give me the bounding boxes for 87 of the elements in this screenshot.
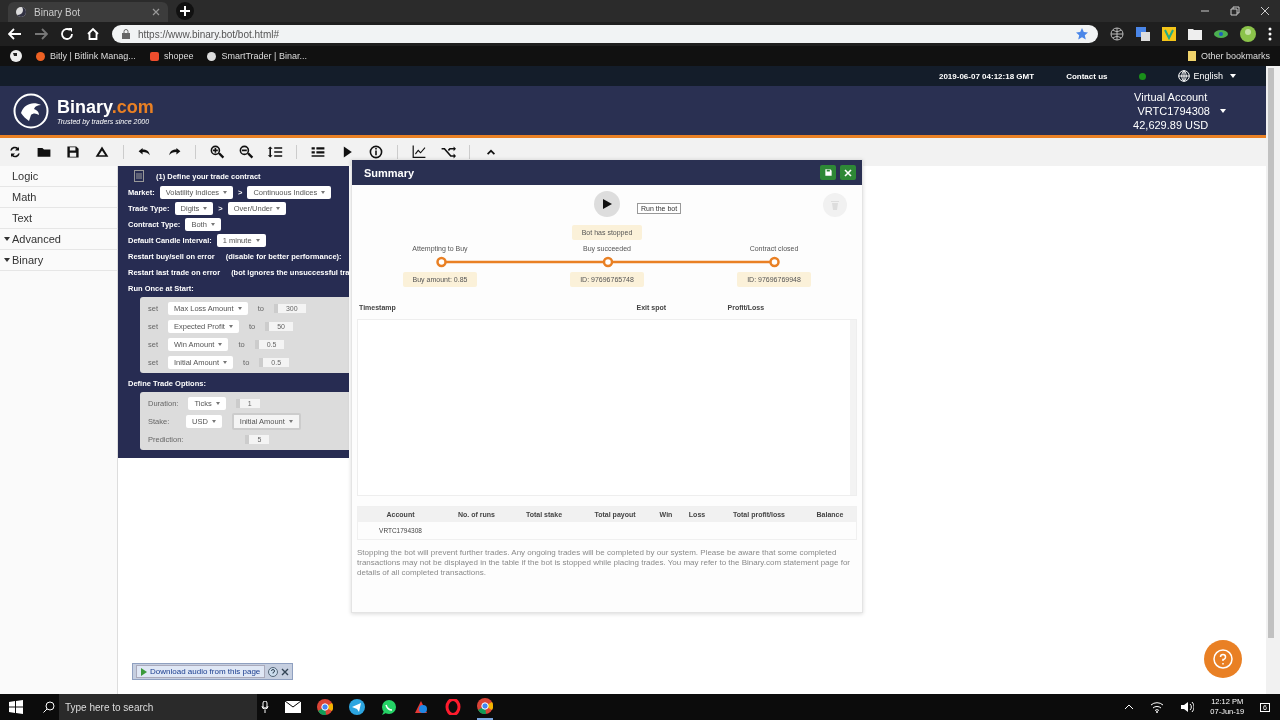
- forward-icon[interactable]: [34, 27, 48, 41]
- close-icon[interactable]: [152, 8, 160, 16]
- microphone-icon: [261, 701, 269, 713]
- bookmark[interactable]: shopee: [149, 51, 194, 61]
- bull-logo-icon: [13, 92, 49, 129]
- wifi-icon[interactable]: [1150, 701, 1165, 713]
- caret-icon: [1230, 74, 1236, 78]
- list-icon[interactable]: [310, 144, 326, 160]
- caret-icon: [223, 360, 228, 364]
- profile-avatar-icon[interactable]: [1240, 26, 1256, 42]
- run-button[interactable]: [594, 191, 620, 217]
- chat-bubble-icon[interactable]: [381, 699, 397, 715]
- save-icon[interactable]: [65, 144, 81, 160]
- help-button[interactable]: [1204, 640, 1242, 678]
- toolbox-category[interactable]: Logic: [0, 166, 117, 187]
- browser-icon[interactable]: [317, 699, 333, 715]
- browser-tab[interactable]: Binary Bot: [8, 2, 168, 22]
- new-tab-icon[interactable]: [176, 2, 194, 20]
- toolbox-category[interactable]: Text: [0, 208, 117, 229]
- toolbox-category[interactable]: Math: [0, 187, 117, 208]
- caret-icon: [223, 190, 228, 194]
- moon-logo-icon: [16, 7, 26, 17]
- zoom-in-icon[interactable]: [209, 144, 225, 160]
- caret-icon: [237, 306, 242, 310]
- caret-icon: [211, 419, 216, 423]
- bookmark[interactable]: SmartTrader | Binar...: [207, 51, 307, 61]
- document-icon: [134, 170, 144, 182]
- line-chart-icon[interactable]: [411, 144, 427, 160]
- save-button[interactable]: [820, 165, 836, 180]
- download-audio-button[interactable]: Download audio from this page: [136, 665, 266, 678]
- close-icon[interactable]: [281, 667, 290, 676]
- close-icon: [844, 168, 852, 177]
- lock-icon: [122, 29, 130, 39]
- speaker-icon[interactable]: [1180, 701, 1195, 713]
- logo-wordmark: Binary.com: [57, 96, 154, 118]
- tab-title: Binary Bot: [34, 6, 82, 18]
- language-selector[interactable]: English: [1178, 70, 1236, 82]
- caret-icon: [321, 190, 326, 194]
- other-bookmarks[interactable]: Other bookmarks: [1187, 51, 1270, 61]
- caret-icon: [210, 222, 215, 226]
- triangle-icon[interactable]: [94, 144, 110, 160]
- address-bar[interactable]: https://www.binary.bot/bot.html#: [112, 25, 1098, 43]
- caret-icon: [255, 238, 260, 242]
- reload-icon[interactable]: [60, 27, 74, 41]
- account-selector[interactable]: VRTC1794308: [1137, 103, 1226, 118]
- close-button[interactable]: [840, 165, 856, 180]
- shuffle-icon[interactable]: [440, 144, 456, 160]
- contact-link[interactable]: Contact us: [1066, 71, 1108, 81]
- trade-block[interactable]: [118, 166, 349, 458]
- eye-extension-icon[interactable]: [1214, 28, 1228, 40]
- account-type: Virtual Account: [1134, 89, 1208, 104]
- window-title: Summary: [364, 166, 415, 179]
- question-icon: [1213, 649, 1233, 669]
- ring-browser-icon[interactable]: [445, 699, 461, 715]
- home-icon[interactable]: [86, 27, 100, 41]
- caret-icon: [215, 401, 220, 405]
- save-icon: [823, 168, 833, 177]
- account-balance: 42,629.89 USD: [1133, 117, 1209, 132]
- toolbox-category[interactable]: Binary: [0, 250, 117, 271]
- caret-icon: [228, 324, 233, 328]
- mail-icon[interactable]: [285, 701, 301, 713]
- caret-icon: [276, 206, 281, 210]
- search-field[interactable]: Type here to search: [59, 694, 257, 720]
- search-icon: [43, 701, 55, 713]
- caret-icon: [203, 206, 208, 210]
- folder-extension-icon[interactable]: [1188, 28, 1202, 40]
- notice-text: Stopping the bot will prevent further trades. Any ongoing trades will be completed by our system. Please be aware that some completed transactions may not be displayed in the table if the bot is stopped while placing trades. You may refer to the Binary.com statement page for details of all completed transactions.: [357, 548, 852, 578]
- caret-icon: [1220, 108, 1226, 113]
- play-icon: [602, 199, 612, 209]
- server-time: 2019-06-07 04:12:18 GMT: [938, 71, 1035, 81]
- windows-logo-icon[interactable]: [9, 700, 23, 714]
- lines-icon[interactable]: [267, 144, 283, 160]
- caret-icon: [218, 342, 223, 346]
- menu-icon[interactable]: [1268, 27, 1272, 41]
- caret-icon: [288, 419, 293, 423]
- toolbox-category[interactable]: Advanced: [0, 229, 117, 250]
- colorful-app-icon[interactable]: [413, 699, 429, 715]
- bookmark[interactable]: Bitly | Bitlink Manag...: [36, 51, 136, 61]
- zoom-out-icon[interactable]: [238, 144, 254, 160]
- chevron-up-icon[interactable]: [1124, 704, 1135, 710]
- translate-extension-icon[interactable]: [1136, 27, 1150, 41]
- info-icon[interactable]: [368, 144, 384, 160]
- paper-plane-icon[interactable]: [349, 699, 365, 715]
- star-icon[interactable]: [1076, 28, 1088, 40]
- page-scrollbar[interactable]: [1266, 66, 1280, 694]
- help-icon[interactable]: [268, 666, 279, 677]
- back-icon[interactable]: [8, 27, 22, 41]
